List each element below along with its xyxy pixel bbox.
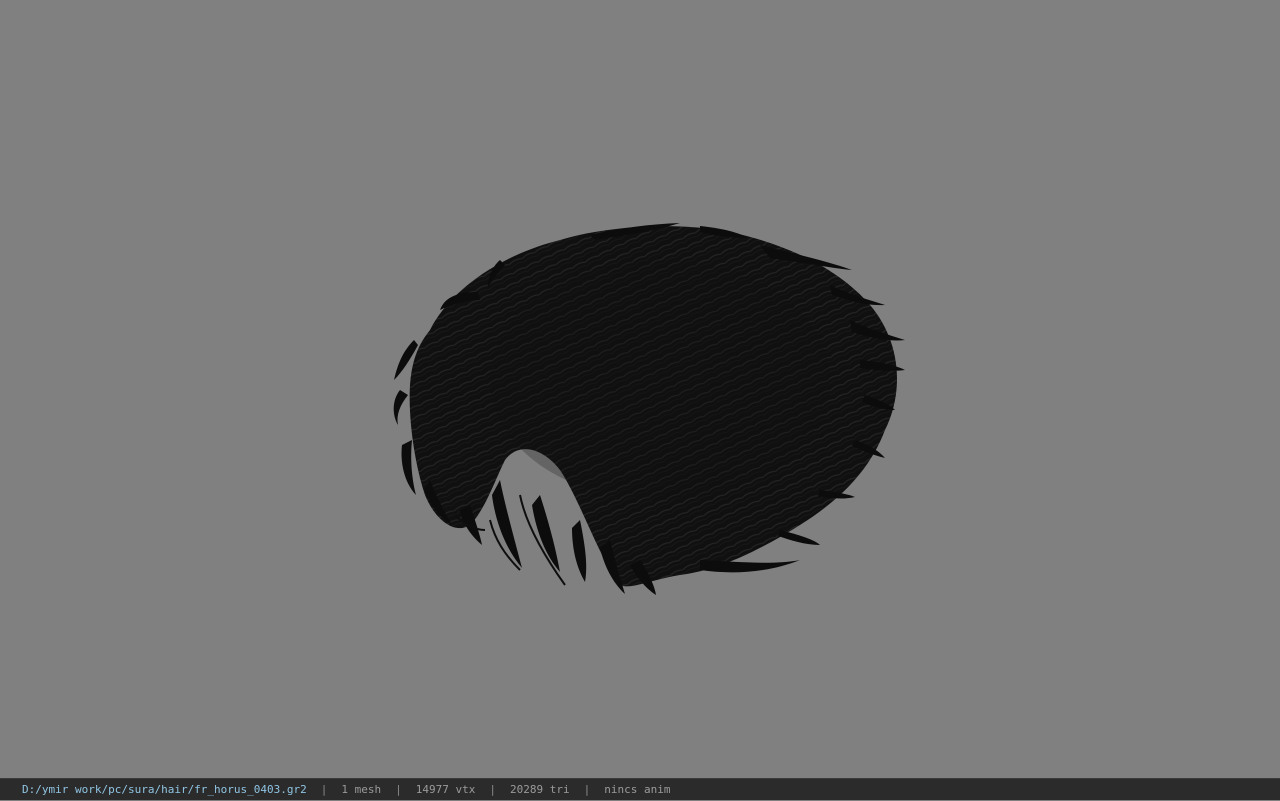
hair-model[interactable] [0, 0, 1280, 778]
triangle-count: 20289 tri [510, 783, 570, 796]
status-bar: D:/ymir work/pc/sura/hair/fr_horus_0403.… [0, 778, 1280, 800]
mesh-count: 1 mesh [341, 783, 382, 796]
separator: | [583, 783, 591, 796]
separator: | [320, 783, 328, 796]
animation-status: nincs anim [604, 783, 671, 796]
vertex-count: 14977 vtx [415, 783, 476, 796]
separator: | [489, 783, 497, 796]
3d-viewport[interactable] [0, 0, 1280, 778]
file-path: D:/ymir work/pc/sura/hair/fr_horus_0403.… [22, 783, 307, 796]
separator: | [395, 783, 402, 796]
